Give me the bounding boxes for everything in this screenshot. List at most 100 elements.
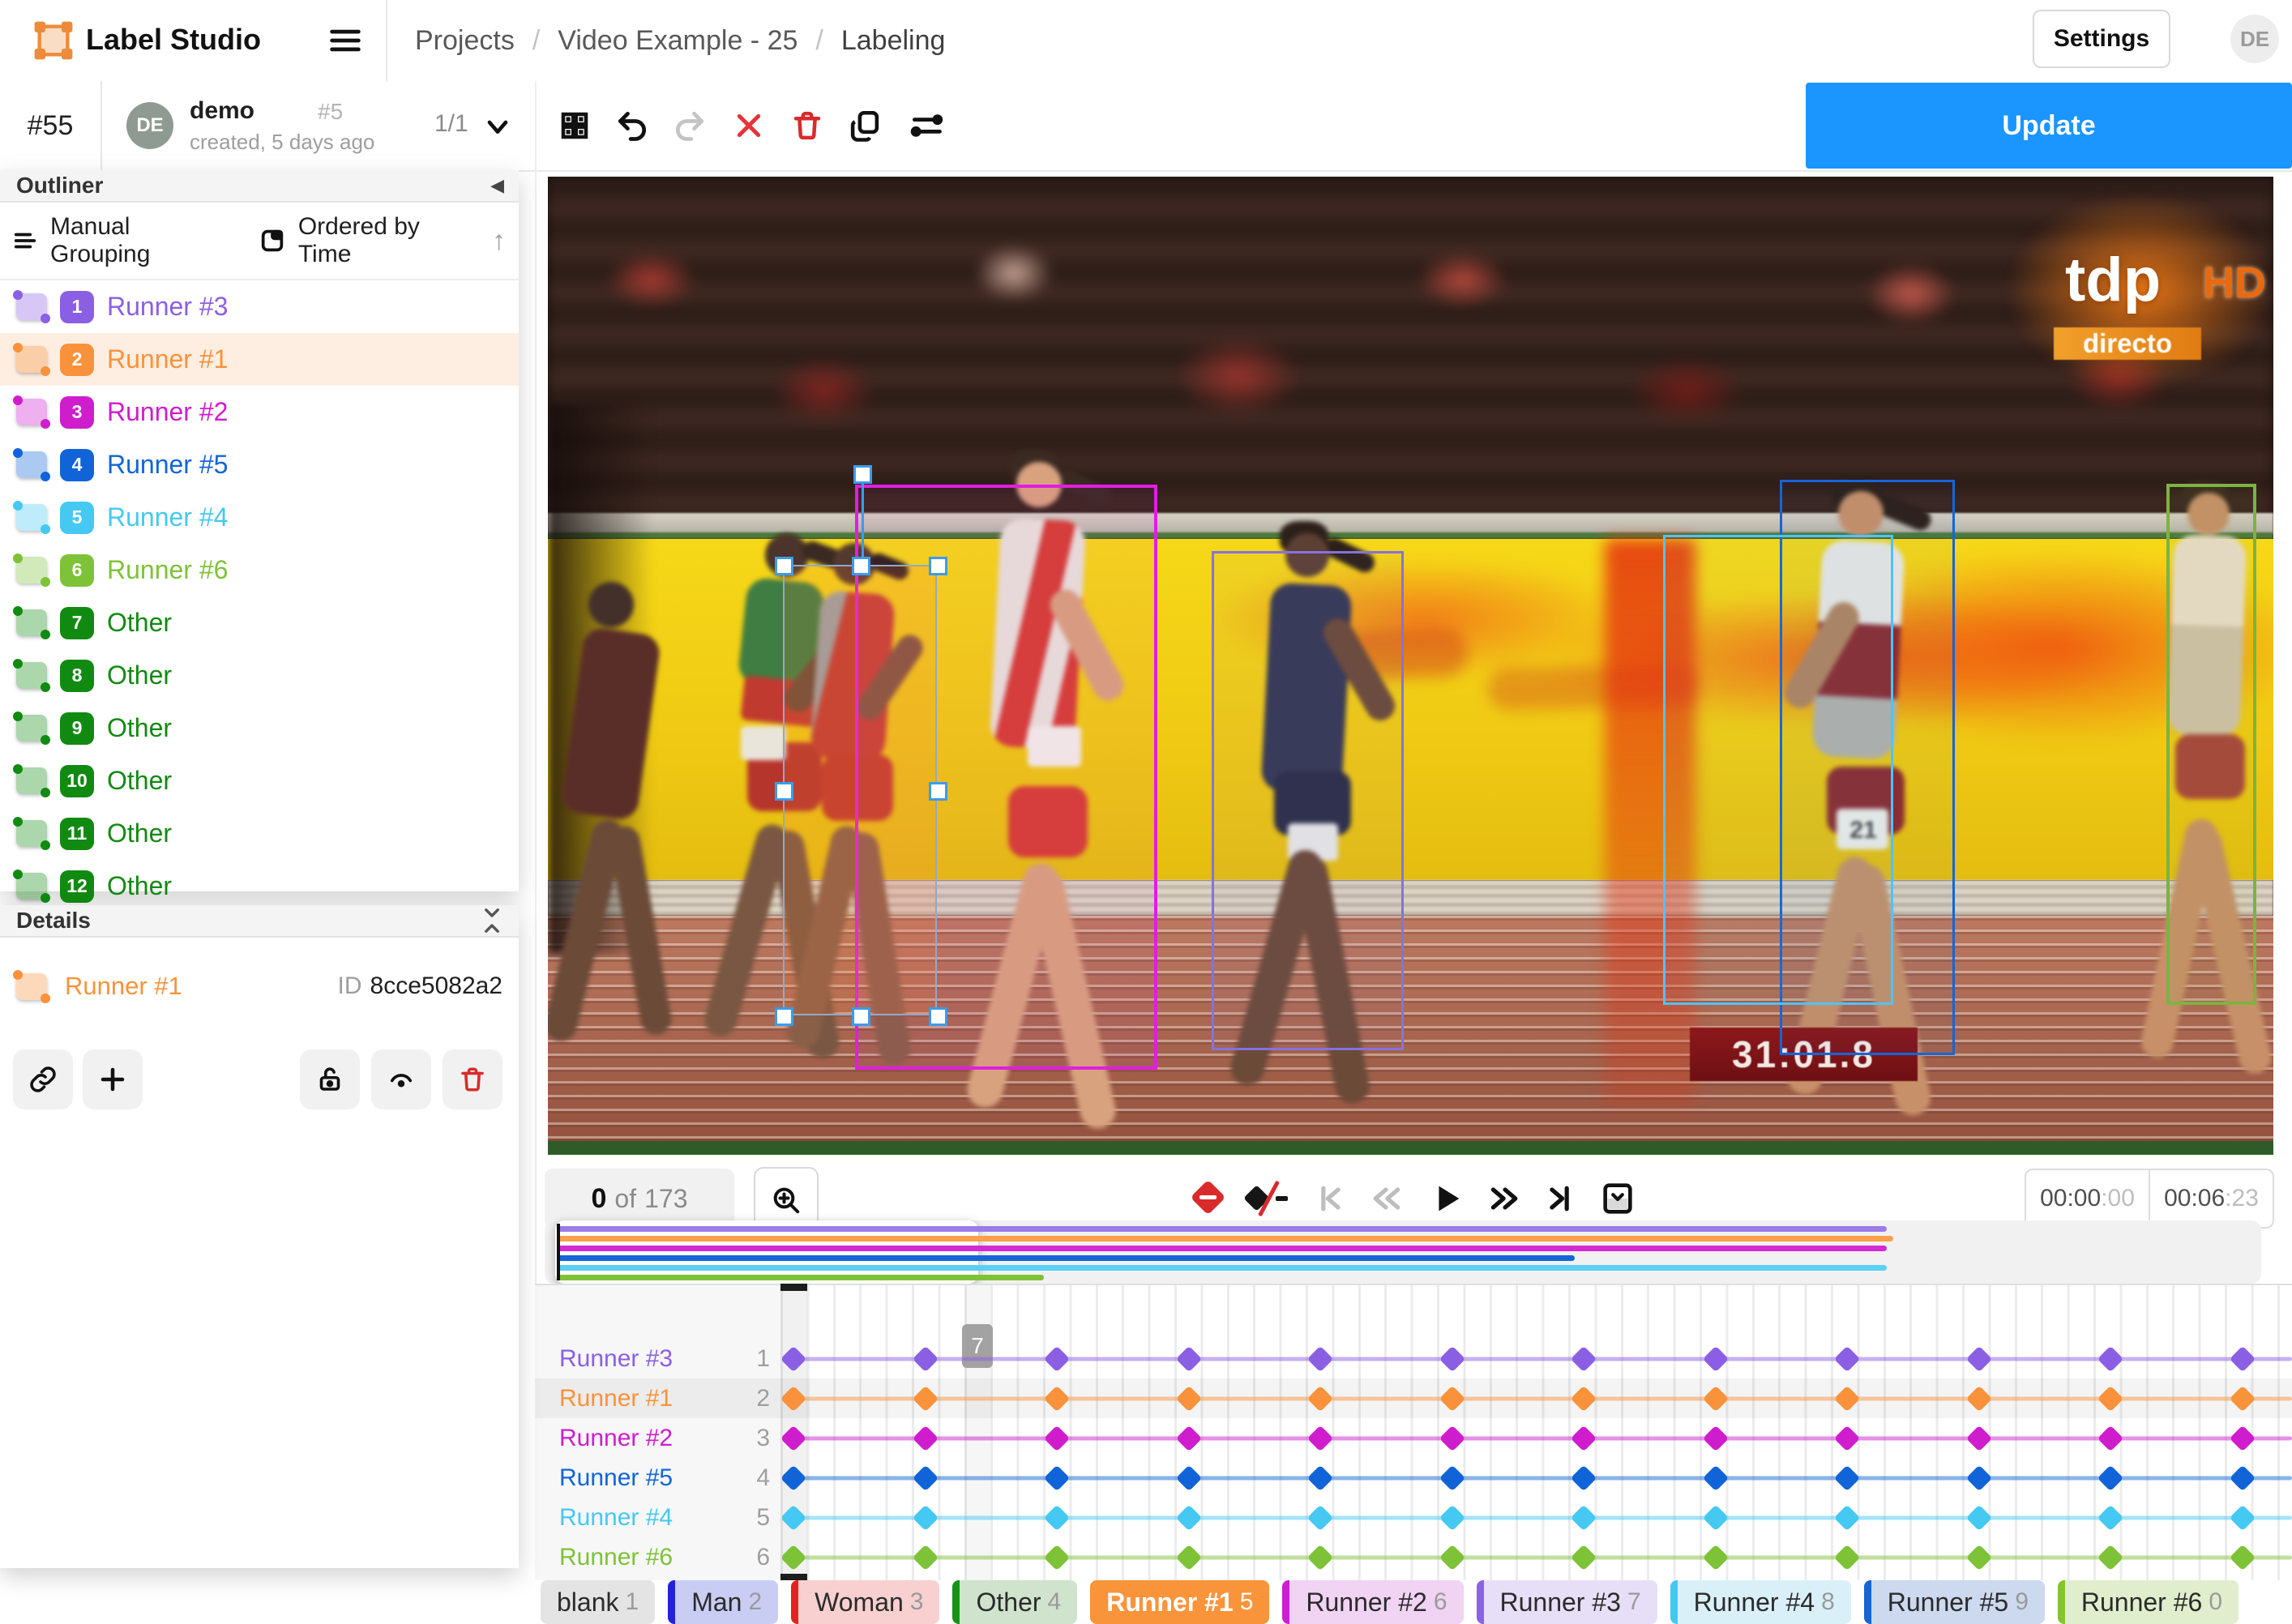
- redo-button[interactable]: [672, 108, 708, 143]
- outliner-region-row[interactable]: 5Runner #4: [0, 491, 519, 544]
- label-hotkey-chip[interactable]: Woman3: [791, 1580, 939, 1624]
- keyframe-diamond[interactable]: [912, 1504, 939, 1531]
- label-hotkey-chip[interactable]: Runner #59: [1864, 1580, 2045, 1624]
- outliner-region-row[interactable]: 3Runner #2: [0, 386, 519, 438]
- hamburger-menu-icon[interactable]: [327, 24, 363, 57]
- grouping-selector[interactable]: Manual Grouping: [50, 213, 235, 268]
- keyframe-diamond[interactable]: [1571, 1425, 1597, 1451]
- keyframe-diamond[interactable]: [2229, 1504, 2256, 1531]
- outliner-region-row[interactable]: 7Other: [0, 596, 519, 649]
- keyframe-diamond[interactable]: [1175, 1504, 1202, 1531]
- keyframe-diamond[interactable]: [2097, 1544, 2124, 1571]
- collapse-timeline-button[interactable]: [1598, 1180, 1637, 1217]
- keyframe-diamond[interactable]: [1307, 1425, 1334, 1451]
- region-box-runner-6[interactable]: [2166, 484, 2256, 1005]
- label-hotkey-chip[interactable]: Runner #37: [1477, 1580, 1657, 1624]
- resize-handle[interactable]: [852, 557, 870, 575]
- toggle-interpolation-button[interactable]: [1242, 1177, 1289, 1220]
- label-hotkey-chip[interactable]: Other4: [952, 1580, 1077, 1624]
- label-hotkey-chip[interactable]: Runner #15: [1090, 1580, 1269, 1624]
- timeline-row-label[interactable]: Runner #4: [559, 1504, 673, 1532]
- label-hotkey-chip[interactable]: Runner #48: [1670, 1580, 1851, 1624]
- keyframe-diamond[interactable]: [2097, 1464, 2124, 1491]
- label-hotkey-chip[interactable]: Man2: [668, 1580, 778, 1624]
- keyframe-diamond[interactable]: [1965, 1544, 1992, 1571]
- keyframe-diamond[interactable]: [1965, 1345, 1992, 1372]
- breadcrumb-projects[interactable]: Projects: [415, 25, 515, 57]
- user-avatar[interactable]: DE: [2230, 15, 2279, 63]
- keyframe-diamond[interactable]: [1044, 1345, 1071, 1372]
- settings-button[interactable]: Settings: [2033, 10, 2170, 68]
- timeline-row-label[interactable]: Runner #5: [559, 1464, 673, 1492]
- keyframe-diamond[interactable]: [1965, 1464, 1992, 1491]
- keyframe-diamond[interactable]: [1439, 1464, 1465, 1491]
- breadcrumb-project-name[interactable]: Video Example - 25: [558, 25, 797, 57]
- keyframe-diamond[interactable]: [1702, 1464, 1729, 1491]
- playhead-tick[interactable]: [780, 1284, 807, 1291]
- region-box-runner-1-selected[interactable]: [783, 565, 937, 1015]
- keyframe-diamond[interactable]: [1044, 1544, 1071, 1571]
- keyframe-diamond[interactable]: [912, 1544, 939, 1571]
- keyframe-diamond[interactable]: [780, 1464, 807, 1491]
- keyframe-diamond[interactable]: [1702, 1504, 1729, 1531]
- keyframe-diamond[interactable]: [1439, 1544, 1465, 1571]
- collapse-details-icon[interactable]: [480, 906, 504, 935]
- keyframe-diamond[interactable]: [1702, 1345, 1729, 1372]
- keyframe-diamond[interactable]: [1307, 1385, 1334, 1412]
- keyframe-diamond[interactable]: [1439, 1385, 1465, 1412]
- minimap-playhead[interactable]: [557, 1224, 560, 1280]
- keyframe-diamond[interactable]: [1307, 1544, 1334, 1571]
- collapse-panel-icon[interactable]: ◀: [490, 175, 504, 196]
- keyframe-diamond[interactable]: [780, 1425, 807, 1451]
- keyframe-diamond[interactable]: [2097, 1345, 2124, 1372]
- keyframe-diamond[interactable]: [2229, 1464, 2256, 1491]
- video-frame[interactable]: 21 tdp HD directo 31:01.8: [548, 177, 2273, 1155]
- timeline-row-label[interactable]: Runner #1: [559, 1385, 673, 1412]
- play-button[interactable]: [1428, 1180, 1465, 1217]
- timeline-minimap[interactable]: [545, 1220, 2261, 1284]
- keyframe-diamond[interactable]: [1439, 1504, 1465, 1531]
- keyframe-diamond[interactable]: [780, 1385, 807, 1412]
- keyframe-diamond[interactable]: [1702, 1425, 1729, 1451]
- outliner-region-row[interactable]: 9Other: [0, 702, 519, 754]
- keyframe-diamond[interactable]: [912, 1345, 939, 1372]
- chevron-down-icon[interactable]: [481, 110, 514, 143]
- keyframe-diamond[interactable]: [2229, 1425, 2256, 1451]
- resize-handle[interactable]: [775, 557, 793, 575]
- go-to-last-frame-button[interactable]: [1542, 1181, 1577, 1216]
- keyframe-diamond[interactable]: [1965, 1385, 1992, 1412]
- keyframe-diamond[interactable]: [1571, 1464, 1597, 1491]
- timeline-row-label[interactable]: Runner #6: [559, 1544, 673, 1571]
- remove-keyframe-button[interactable]: [1187, 1177, 1229, 1220]
- resize-handle[interactable]: [775, 782, 793, 801]
- region-box-runner-3[interactable]: [1212, 551, 1404, 1050]
- keyframe-diamond[interactable]: [1965, 1425, 1992, 1451]
- keyframe-diamond[interactable]: [1965, 1504, 1992, 1531]
- keyframe-diamond[interactable]: [1044, 1425, 1071, 1451]
- keyframe-diamond[interactable]: [1834, 1504, 1861, 1531]
- resize-handle[interactable]: [929, 1007, 947, 1026]
- hide-region-button[interactable]: [371, 1049, 431, 1109]
- keyframe-diamond[interactable]: [1175, 1464, 1202, 1491]
- keyframe-diamond[interactable]: [1571, 1385, 1597, 1412]
- region-box-runner-4[interactable]: [1663, 535, 1893, 1005]
- reject-annotation-button[interactable]: [733, 109, 765, 142]
- relation-link-button[interactable]: [13, 1049, 73, 1109]
- keyframe-diamond[interactable]: [1044, 1385, 1071, 1412]
- sort-direction-icon[interactable]: ↑: [492, 225, 506, 257]
- add-meta-button[interactable]: [83, 1049, 143, 1109]
- outliner-region-row[interactable]: 1Runner #3: [0, 280, 519, 333]
- keyframe-diamond[interactable]: [1307, 1504, 1334, 1531]
- outliner-region-row[interactable]: 10Other: [0, 754, 519, 807]
- keyframe-diamond[interactable]: [1307, 1464, 1334, 1491]
- keyframe-diamond[interactable]: [1834, 1345, 1861, 1372]
- outliner-region-row[interactable]: 11Other: [0, 807, 519, 860]
- keyframe-diamond[interactable]: [780, 1504, 807, 1531]
- keyframe-diamond[interactable]: [1834, 1425, 1861, 1451]
- resize-handle[interactable]: [853, 465, 872, 484]
- resize-handle[interactable]: [929, 557, 947, 575]
- keyframe-diamond[interactable]: [780, 1544, 807, 1571]
- lock-region-button[interactable]: [300, 1049, 360, 1109]
- step-forward-button[interactable]: [1487, 1181, 1523, 1216]
- timeline-row-label[interactable]: Runner #2: [559, 1425, 673, 1452]
